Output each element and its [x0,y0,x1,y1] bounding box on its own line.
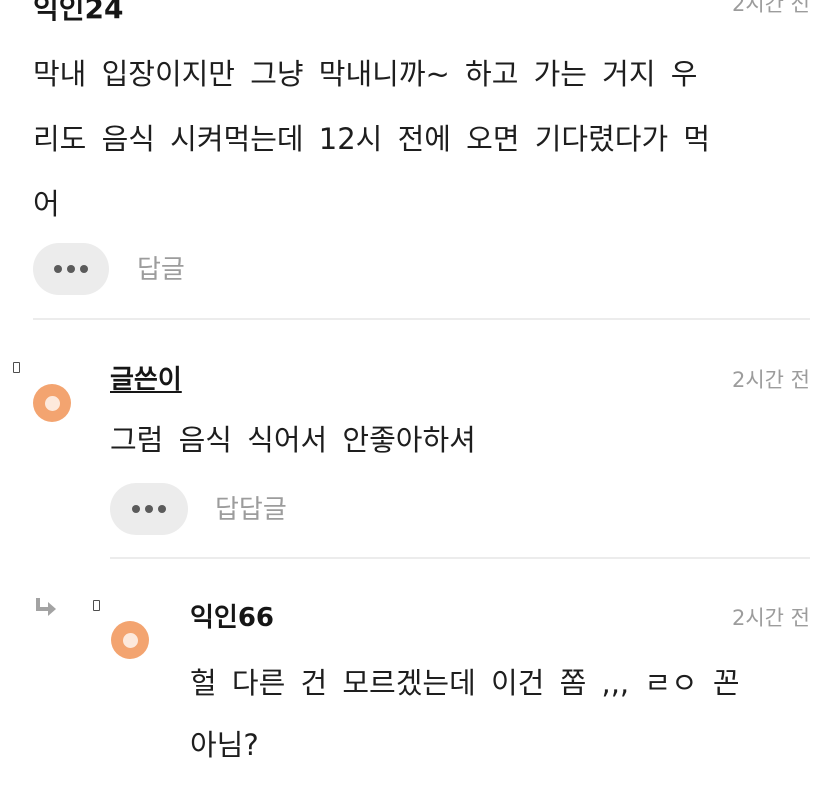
more-horizontal-icon [54,265,62,273]
comment-body-line: 리도 음식 시켜먹는데 12시 전에 오면 기다렸다가 먹 [33,122,711,156]
reply-button[interactable]: 답답글 [215,493,287,527]
more-horizontal-icon [145,505,153,513]
comment-author: 익인66 [190,603,275,633]
more-options-button[interactable] [33,243,109,295]
comment-author: 익인24 [33,0,124,25]
comment-body-line: 아님? [190,728,259,762]
more-horizontal-icon [158,505,166,513]
reply-arrow-icon [36,598,56,616]
comment-divider [110,557,810,559]
avatar-inner [44,395,60,411]
reply-marker-icon [93,600,100,611]
comment-time: 2시간 전 [732,606,810,630]
comment-time: 2시간 전 [732,368,810,392]
comment-body-line: 막내 입장이지만 그냥 막내니까~ 하고 가는 거지 우 [33,57,698,91]
comment-divider [33,318,810,320]
more-options-button[interactable] [110,483,188,535]
avatar-icon [111,621,149,659]
avatar-icon [33,384,71,422]
comment-body: 막내 입장이지만 그냥 막내니까~ 하고 가는 거지 우 리도 음식 시켜먹는데… [33,42,710,237]
reply-marker-icon [13,362,20,373]
avatar-inner [122,632,138,648]
more-horizontal-icon [80,265,88,273]
comment-body-line: 헐 다른 건 모르겠는데 이건 쫌 ,,, ㄹㅇ 꼰 [190,666,740,700]
more-horizontal-icon [132,505,140,513]
comment-body: 그럼 음식 식어서 안좋아하셔 [110,423,476,457]
comment-body-line: 어 [33,187,60,221]
more-horizontal-icon [67,265,75,273]
reply-button[interactable]: 답글 [137,253,185,287]
comment-body-line: 그럼 음식 식어서 안좋아하셔 [110,423,476,457]
comment-body: 헐 다른 건 모르겠는데 이건 쫌 ,,, ㄹㅇ 꼰 아님? [190,652,740,776]
comment-author: 글쓴이 [110,365,182,395]
comment-time: 2시간 전 [732,0,810,16]
